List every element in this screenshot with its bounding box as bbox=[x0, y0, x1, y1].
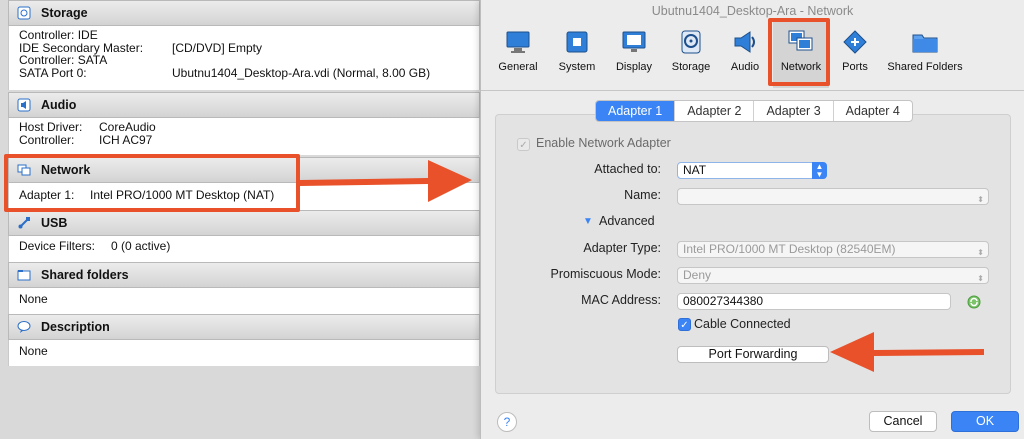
description-section-header[interactable]: Description bbox=[8, 314, 480, 340]
toolbar-ports[interactable]: Ports bbox=[835, 22, 875, 88]
detail-row: None bbox=[19, 292, 48, 306]
monitor-icon bbox=[504, 28, 532, 56]
enable-adapter-label: Enable Network Adapter bbox=[536, 136, 671, 150]
folder-icon bbox=[17, 268, 31, 282]
dialog-title: Ubutnu1404_Desktop-Ara - Network bbox=[651, 4, 854, 18]
toolbar-display[interactable]: Display bbox=[609, 22, 659, 88]
disk-icon bbox=[677, 28, 705, 56]
adapter-type-label: Adapter Type: bbox=[583, 241, 661, 255]
tab-adapter-4[interactable]: Adapter 4 bbox=[834, 101, 912, 121]
select-arrows-icon: ▲ ▼ bbox=[812, 162, 827, 179]
promiscuous-mode-label: Promiscuous Mode: bbox=[550, 267, 661, 281]
detail-row: Host Driver: CoreAudio bbox=[19, 120, 156, 134]
chevron-updown-icon: ⬍ bbox=[977, 195, 984, 204]
name-label: Name: bbox=[624, 188, 661, 202]
enable-adapter-checkbox[interactable]: ✓ bbox=[517, 138, 530, 151]
audio-section: Audio Host Driver: CoreAudio Controller: I… bbox=[8, 92, 480, 155]
toolbar-general[interactable]: General bbox=[491, 22, 545, 88]
adapter-type-select[interactable]: Intel PRO/1000 MT Desktop (82540EM) ⬍ bbox=[677, 241, 989, 258]
storage-section: Storage Controller: IDE IDE Secondary Ma… bbox=[8, 0, 480, 90]
chip-icon bbox=[563, 28, 591, 56]
vm-details-pane: Storage Controller: IDE IDE Secondary Ma… bbox=[0, 0, 480, 439]
shared-folders-section-title: Shared folders bbox=[41, 268, 129, 282]
storage-section-header[interactable]: Storage bbox=[8, 0, 480, 26]
port-forwarding-button[interactable]: Port Forwarding bbox=[677, 346, 829, 363]
detail-row: Device Filters: 0 (0 active) bbox=[19, 239, 171, 253]
description-section: Description None bbox=[8, 314, 480, 366]
speaker-icon bbox=[731, 28, 759, 56]
toolbar-shared-folders[interactable]: Shared Folders bbox=[881, 22, 969, 88]
settings-toolbar: General System Display Storage Audio Net… bbox=[481, 22, 1024, 90]
tab-adapter-2[interactable]: Adapter 2 bbox=[675, 101, 755, 121]
usb-section-title: USB bbox=[41, 216, 68, 230]
shared-folders-section: Shared folders None bbox=[8, 262, 480, 314]
audio-section-title: Audio bbox=[41, 98, 77, 112]
name-select[interactable]: ⬍ bbox=[677, 188, 989, 205]
tab-adapter-1[interactable]: Adapter 1 bbox=[596, 101, 676, 121]
cancel-button[interactable]: Cancel bbox=[869, 411, 937, 432]
adapter-tabs: Adapter 1 Adapter 2 Adapter 3 Adapter 4 bbox=[595, 100, 913, 122]
advanced-label[interactable]: Advanced bbox=[599, 214, 655, 228]
disk-icon bbox=[17, 6, 31, 20]
network-section-highlight bbox=[4, 154, 300, 212]
storage-section-title: Storage bbox=[41, 6, 88, 20]
ports-icon bbox=[841, 28, 869, 56]
description-section-title: Description bbox=[41, 320, 110, 334]
audio-section-header[interactable]: Audio bbox=[8, 92, 480, 118]
tab-adapter-3[interactable]: Adapter 3 bbox=[754, 101, 834, 121]
display-icon bbox=[620, 28, 648, 56]
detail-row: Controller: SATA bbox=[19, 53, 108, 67]
toolbar-system[interactable]: System bbox=[551, 22, 603, 88]
usb-icon bbox=[17, 216, 31, 230]
detail-row: SATA Port 0: Ubutnu1404_Desktop-Ara.vdi (… bbox=[19, 65, 431, 80]
usb-section: USB Device Filters: 0 (0 active) bbox=[8, 210, 480, 262]
annotation-arrow-right bbox=[300, 160, 472, 202]
ok-button[interactable]: OK bbox=[951, 411, 1019, 432]
mac-address-label: MAC Address: bbox=[581, 293, 661, 307]
cable-connected-checkbox[interactable]: ✓ bbox=[678, 318, 691, 331]
speech-bubble-icon bbox=[17, 320, 31, 334]
cable-connected-label: Cable Connected bbox=[694, 317, 791, 331]
promiscuous-mode-select[interactable]: Deny ⬍ bbox=[677, 267, 989, 284]
shared-folders-section-header[interactable]: Shared folders bbox=[8, 262, 480, 288]
attached-to-label: Attached to: bbox=[594, 162, 661, 176]
annotation-arrow-left bbox=[830, 332, 984, 372]
help-button[interactable]: ? bbox=[497, 412, 517, 432]
detail-row: None bbox=[19, 344, 48, 358]
toolbar-audio[interactable]: Audio bbox=[723, 22, 767, 88]
detail-row: Controller: ICH AC97 bbox=[19, 132, 153, 147]
speaker-icon bbox=[17, 98, 31, 112]
chevron-updown-icon: ⬍ bbox=[977, 248, 984, 257]
toolbar-divider bbox=[481, 90, 1024, 91]
network-toolbar-highlight bbox=[768, 18, 830, 86]
toolbar-storage[interactable]: Storage bbox=[665, 22, 717, 88]
mac-address-input[interactable]: 080027344380 bbox=[677, 293, 951, 310]
attached-to-select[interactable]: NAT ▲ ▼ bbox=[677, 162, 827, 179]
folder-icon bbox=[911, 28, 939, 56]
usb-section-header[interactable]: USB bbox=[8, 210, 480, 236]
chevron-updown-icon: ⬍ bbox=[977, 274, 984, 283]
refresh-mac-icon[interactable] bbox=[967, 295, 981, 309]
advanced-disclosure-icon[interactable]: ▼ bbox=[583, 216, 595, 227]
